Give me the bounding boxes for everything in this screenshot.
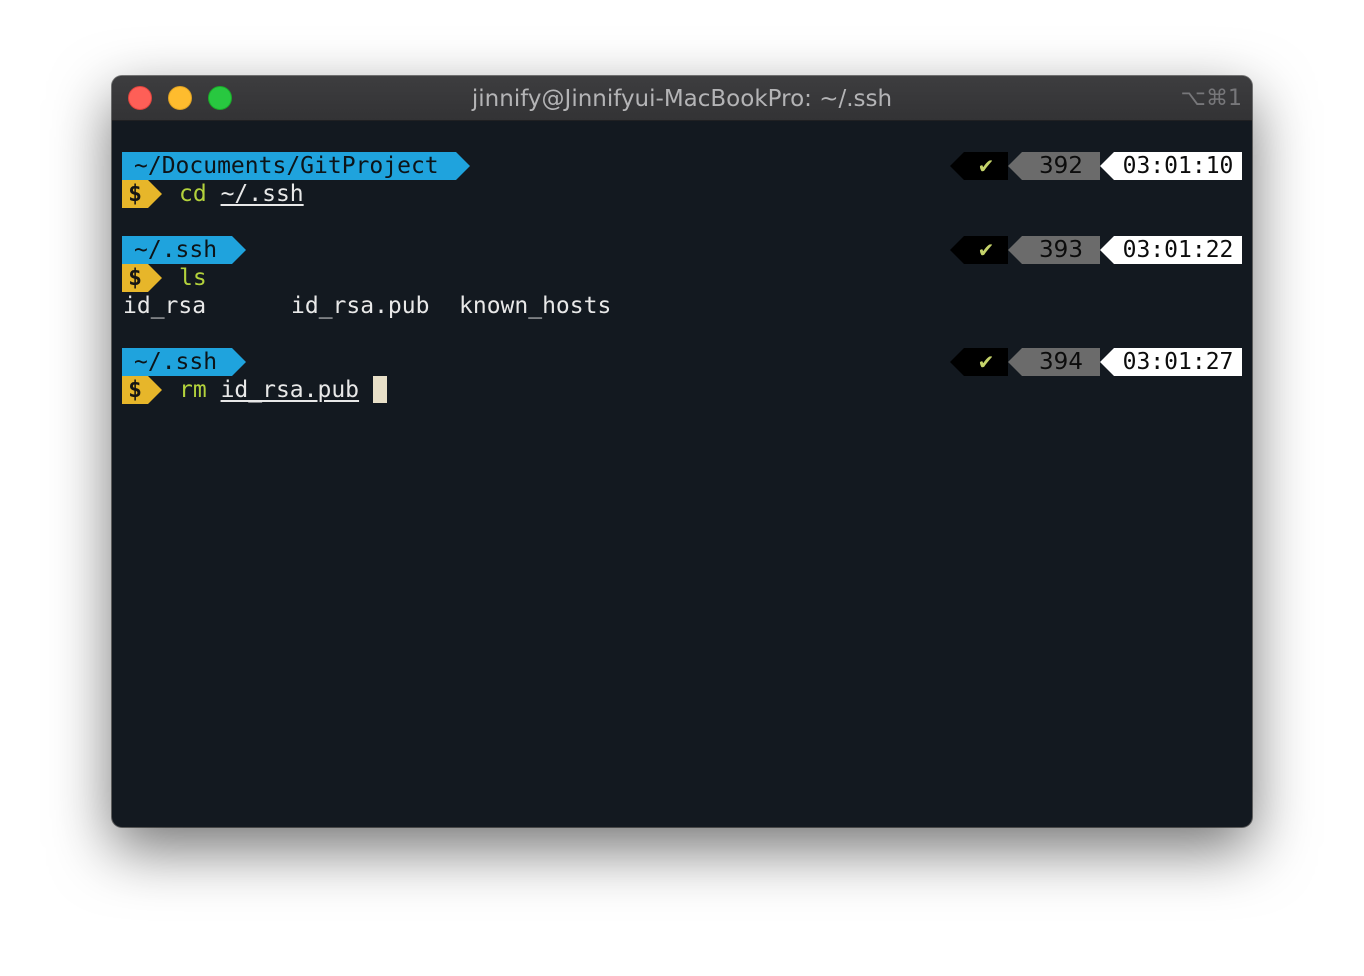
title-bar[interactable]: jinnify@Jinnifyui-MacBookPro: ~/.ssh ⌥⌘1: [112, 76, 1252, 121]
command-line[interactable]: rm id_rsa.pub: [179, 376, 388, 404]
prompt-symbol: $: [122, 264, 162, 292]
text-cursor: [373, 376, 388, 403]
right-prompt: ✔ 394 03:01:27: [950, 348, 1242, 376]
status-ok-icon: ✔: [950, 348, 1008, 376]
terminal-window: jinnify@Jinnifyui-MacBookPro: ~/.ssh ⌥⌘1…: [112, 76, 1252, 827]
command-argument: ~/.ssh: [220, 181, 304, 207]
history-number: 394: [1008, 348, 1100, 376]
file-entry: id_rsa: [123, 293, 207, 319]
prompt-symbol: $: [122, 376, 162, 404]
command-name: ls: [179, 265, 207, 291]
prompt-directory-segment: ~/.ssh: [122, 236, 246, 264]
history-number: 392: [1008, 152, 1100, 180]
command-name: rm: [179, 377, 207, 403]
right-prompt: ✔ 392 03:01:10: [950, 152, 1242, 180]
prompt-directory-segment: ~/Documents/GitProject: [122, 152, 470, 180]
ls-output: id_rsa id_rsa.pub known_hosts: [123, 292, 643, 320]
command-line: cd ~/.ssh: [179, 180, 304, 208]
command-argument: id_rsa.pub: [220, 377, 360, 403]
tab-shortcut-label: ⌥⌘1: [1180, 86, 1242, 111]
window-title: jinnify@Jinnifyui-MacBookPro: ~/.ssh: [471, 86, 893, 112]
prompt-directory-segment: ~/.ssh: [122, 348, 246, 376]
right-prompt: ✔ 393 03:01:22: [950, 236, 1242, 264]
command-line: ls: [179, 264, 207, 292]
history-number: 393: [1008, 236, 1100, 264]
prompt-time: 03:01:10: [1100, 152, 1242, 180]
file-entry: known_hosts: [459, 293, 612, 319]
prompt-time: 03:01:22: [1100, 236, 1242, 264]
prompt-time: 03:01:27: [1100, 348, 1242, 376]
prompt-symbol: $: [122, 180, 162, 208]
command-name: cd: [179, 181, 207, 207]
status-ok-icon: ✔: [950, 152, 1008, 180]
file-entry: id_rsa.pub: [291, 293, 430, 319]
status-ok-icon: ✔: [950, 236, 1008, 264]
